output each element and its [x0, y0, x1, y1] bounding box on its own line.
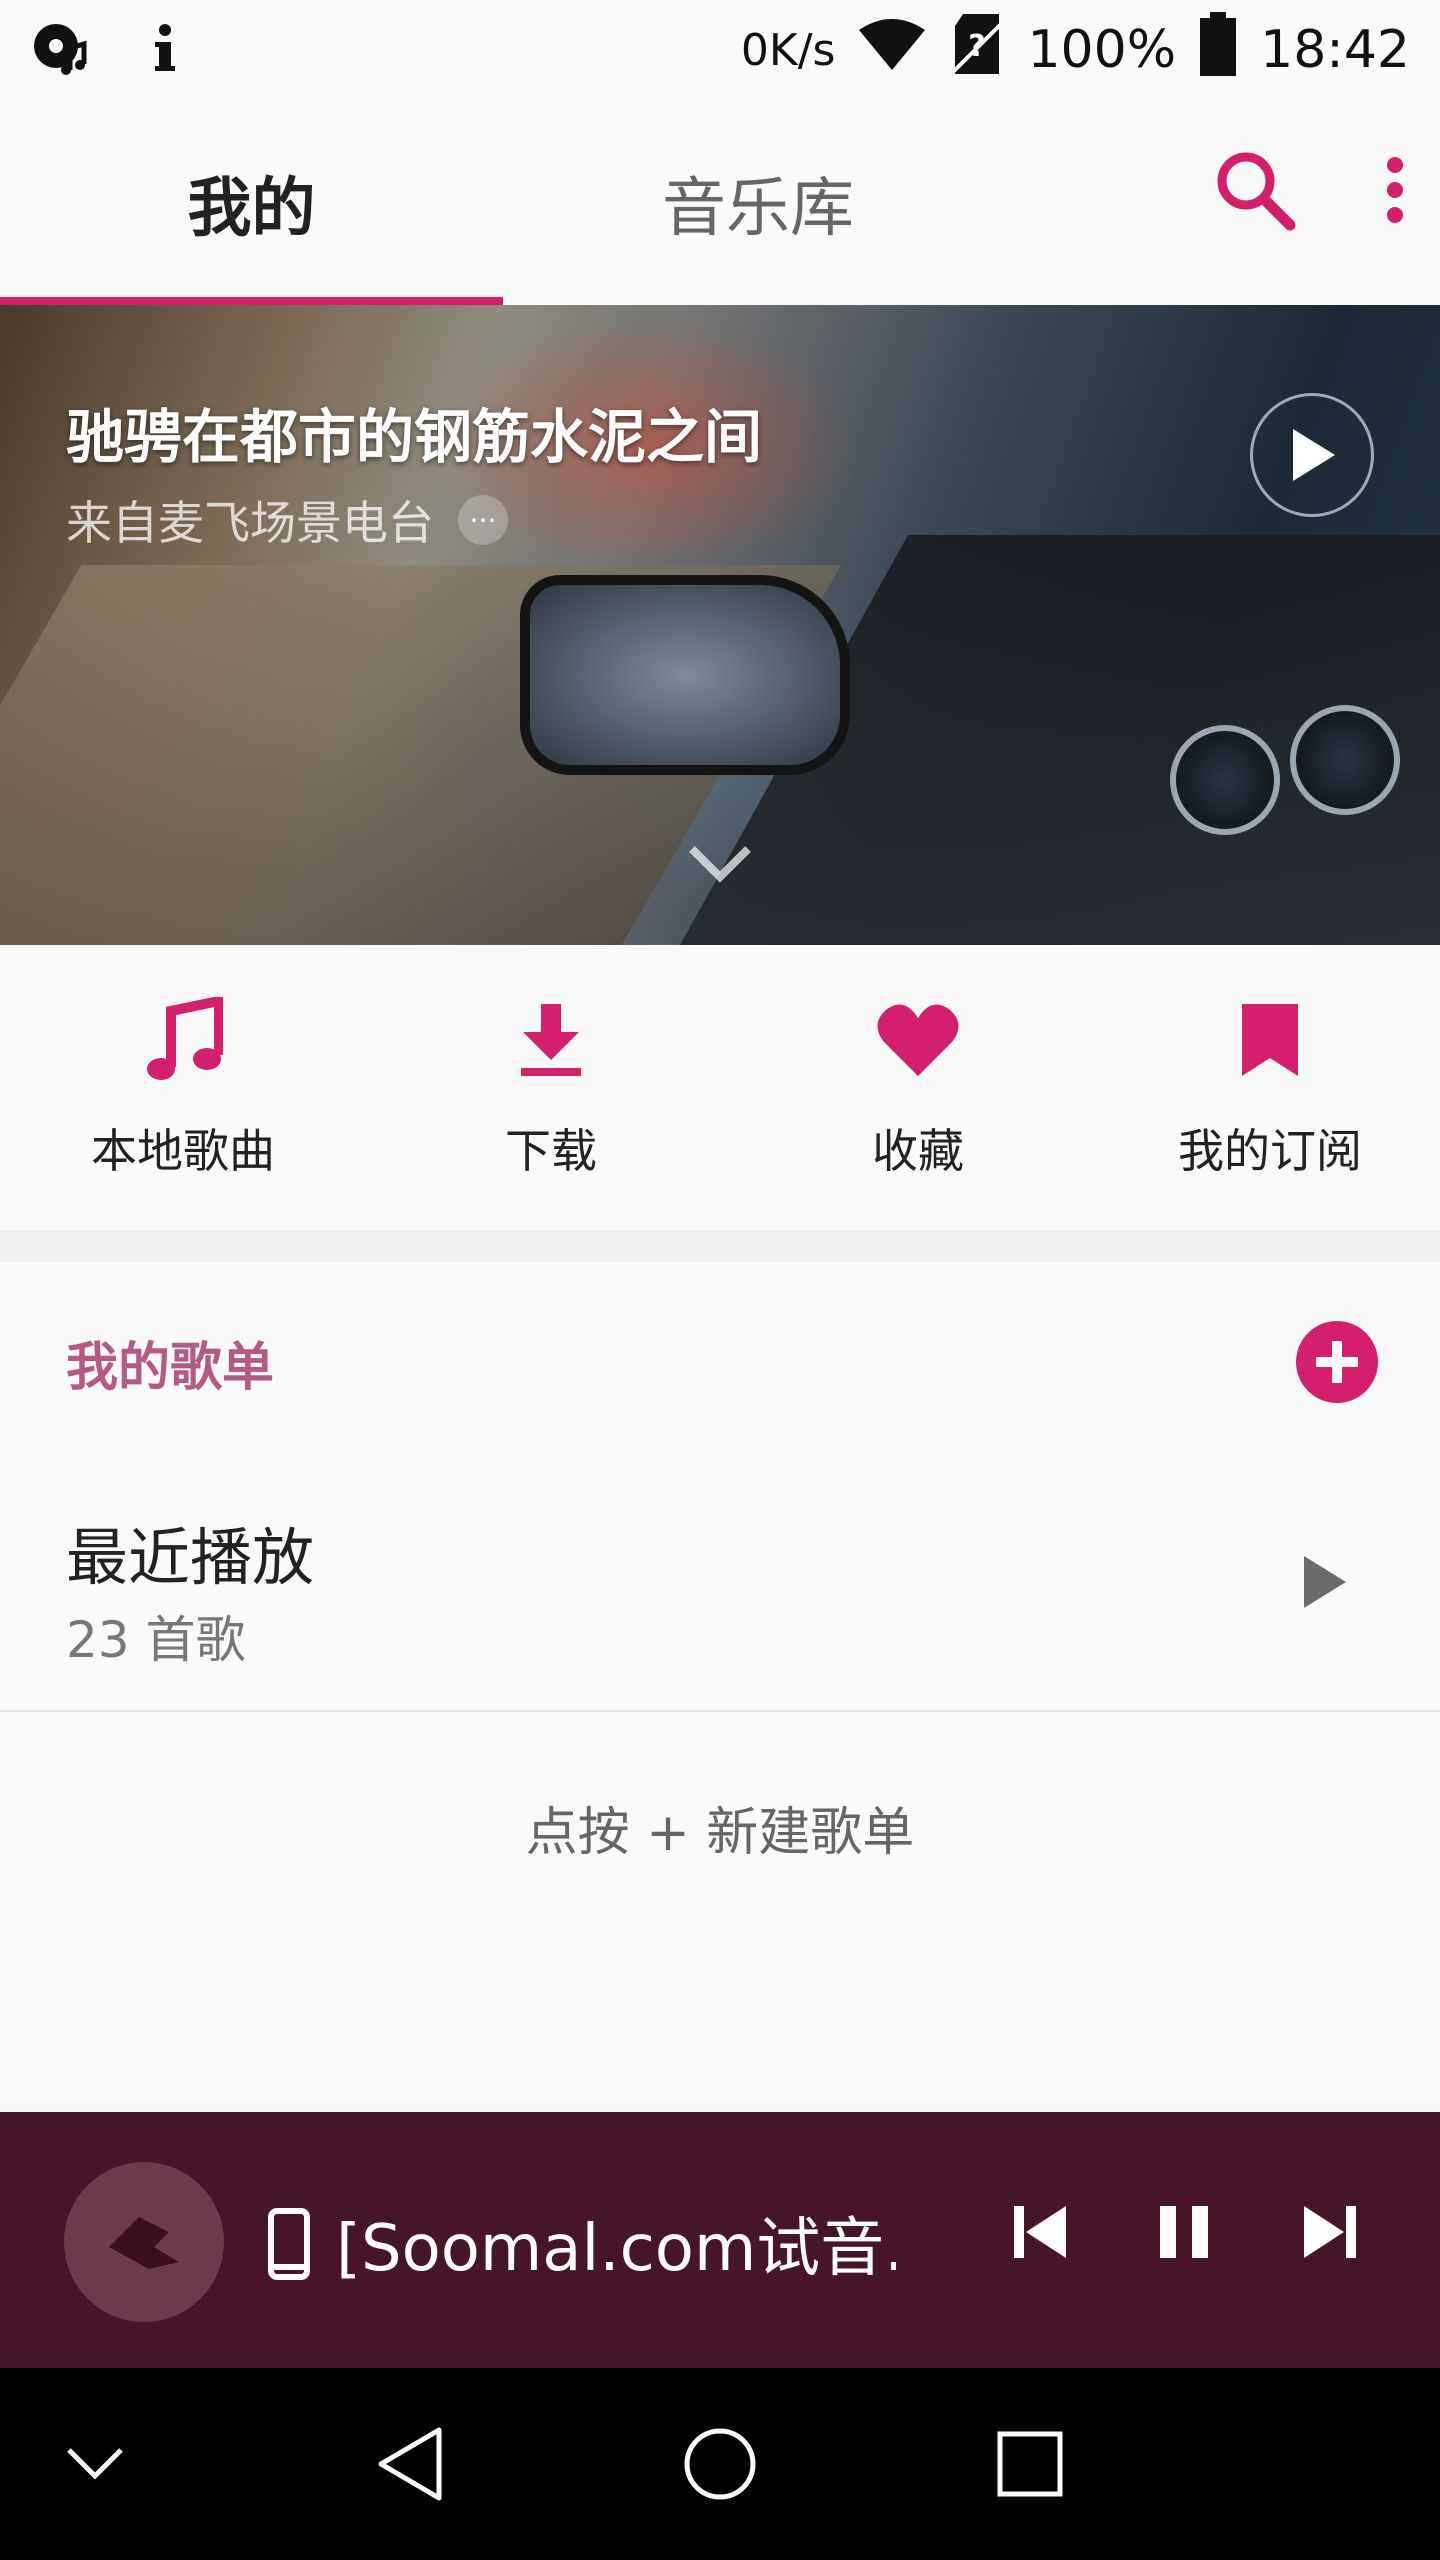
quick-action-favorites[interactable]: 收藏 — [736, 945, 1100, 1230]
clock: 18:42 — [1260, 20, 1410, 80]
system-nav-bar — [0, 2368, 1440, 2560]
music-note-icon — [143, 995, 223, 1085]
battery-level: 100% — [1027, 20, 1177, 80]
banner-subtitle-row: 来自麦飞场景电台 ··· — [66, 487, 508, 553]
heart-icon — [876, 995, 960, 1085]
back-icon[interactable] — [350, 2368, 470, 2560]
wifi-icon — [857, 16, 927, 85]
playlist-item-recent[interactable]: 最近播放 23 首歌 — [0, 1462, 1440, 1712]
banner-more-button[interactable]: ··· — [458, 495, 508, 545]
more-options-icon[interactable] — [1380, 145, 1410, 239]
section-divider — [0, 1230, 1440, 1262]
banner-image-gauge — [1170, 725, 1280, 835]
recents-icon[interactable] — [970, 2368, 1090, 2560]
tab-library[interactable]: 音乐库 — [503, 100, 1013, 305]
pause-icon[interactable] — [1156, 2200, 1212, 2268]
next-icon[interactable] — [1300, 2200, 1360, 2268]
chevron-down-icon[interactable] — [688, 845, 752, 889]
banner-image-mirror — [520, 575, 850, 775]
featured-radio-banner[interactable]: 驰骋在都市的钢筋水泥之间 来自麦飞场景电台 ··· — [0, 305, 1440, 945]
playlist-play-icon[interactable] — [1300, 1552, 1350, 1616]
quick-action-download[interactable]: 下载 — [366, 945, 736, 1230]
playlist-song-count: 23 首歌 — [66, 1611, 246, 1669]
collapse-icon[interactable] — [30, 2368, 160, 2560]
info-icon — [150, 18, 180, 82]
top-tab-bar: 我的 音乐库 — [0, 100, 1440, 305]
battery-icon — [1198, 11, 1238, 89]
banner-title: 驰骋在都市的钢筋水泥之间 — [66, 403, 763, 471]
now-playing-title: [Soomal.com试音... — [336, 2212, 896, 2286]
network-speed: 0K/s — [740, 24, 836, 76]
phone-icon — [268, 2208, 310, 2284]
playlists-header: 我的歌单 — [0, 1262, 1440, 1462]
music-placeholder-icon — [109, 2217, 179, 2269]
banner-subtitle: 来自麦飞场景电台 — [66, 496, 434, 550]
album-art[interactable] — [64, 2162, 224, 2322]
banner-image-gauge — [1290, 705, 1400, 815]
music-notification-icon — [30, 18, 90, 82]
mini-player[interactable]: [Soomal.com试音... — [0, 2112, 1440, 2368]
home-icon[interactable] — [660, 2368, 780, 2560]
tab-mine[interactable]: 我的 — [0, 100, 503, 305]
bookmark-icon — [1240, 995, 1300, 1085]
screen: 0K/s ? 100% 18:42 — [0, 0, 1440, 2560]
add-playlist-button[interactable] — [1296, 1321, 1378, 1403]
quick-action-local-songs[interactable]: 本地歌曲 — [0, 945, 366, 1230]
quick-action-label: 我的订阅 — [1178, 1124, 1362, 1178]
play-icon — [1293, 429, 1335, 481]
banner-play-button[interactable] — [1250, 393, 1374, 517]
previous-icon[interactable] — [1010, 2200, 1070, 2268]
quick-action-label: 本地歌曲 — [91, 1124, 275, 1178]
new-playlist-hint: 点按 + 新建歌单 — [525, 1803, 915, 1863]
sim-unknown-icon: ? — [949, 12, 1005, 89]
download-icon — [519, 995, 583, 1085]
status-bar: 0K/s ? 100% 18:42 — [0, 0, 1440, 100]
quick-actions: 本地歌曲 下载 收藏 我的订阅 — [0, 945, 1440, 1230]
quick-action-label: 下载 — [505, 1124, 597, 1178]
search-icon[interactable] — [1210, 145, 1300, 239]
quick-action-label: 收藏 — [872, 1124, 964, 1178]
quick-action-subscriptions[interactable]: 我的订阅 — [1100, 945, 1440, 1230]
playlists-title: 我的歌单 — [66, 1337, 275, 1398]
plus-icon — [1316, 1341, 1358, 1383]
playlist-name: 最近播放 — [66, 1521, 315, 1594]
active-tab-indicator — [0, 297, 503, 305]
